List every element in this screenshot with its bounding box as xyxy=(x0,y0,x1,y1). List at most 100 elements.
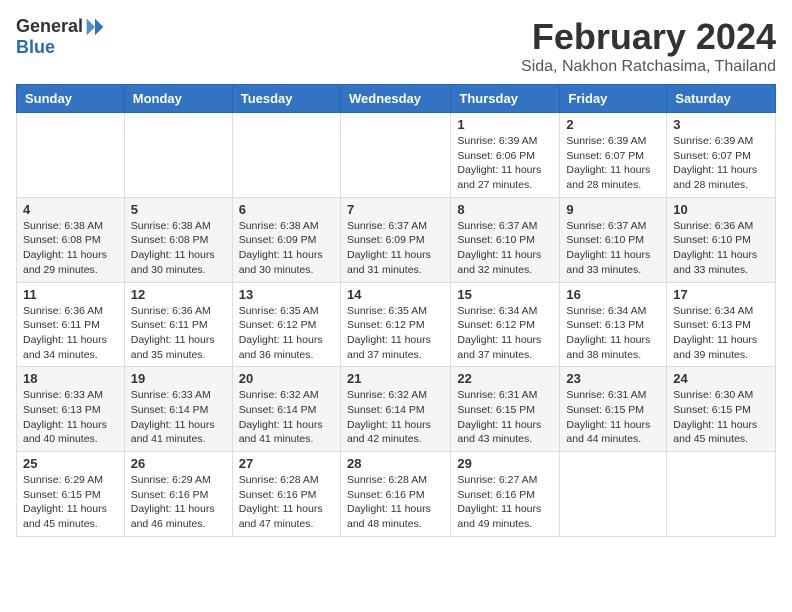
calendar-cell: 14 Sunrise: 6:35 AMSunset: 6:12 PMDayligh… xyxy=(340,282,450,367)
calendar-cell xyxy=(124,113,232,198)
calendar-cell: 19Sunrise: 6:33 AMSunset: 6:14 PMDayligh… xyxy=(124,367,232,452)
logo-blue-text: Blue xyxy=(16,37,55,58)
day-info: Sunrise: 6:39 AMSunset: 6:07 PMDaylight:… xyxy=(673,134,769,193)
calendar-cell: 25 Sunrise: 6:29 AMSunset: 6:15 PMDayligh… xyxy=(17,452,125,537)
day-info: Sunrise: 6:36 AMSunset: 6:11 PMDaylight:… xyxy=(131,304,226,363)
calendar-cell: 3 Sunrise: 6:39 AMSunset: 6:07 PMDaylight… xyxy=(667,113,776,198)
day-number: 28 xyxy=(347,456,444,471)
day-info: Sunrise: 6:32 AMSunset: 6:14 PMDaylight:… xyxy=(239,388,334,447)
day-number: 2 xyxy=(566,117,660,132)
calendar-cell: 5 Sunrise: 6:38 AMSunset: 6:08 PMDaylight… xyxy=(124,197,232,282)
day-info: Sunrise: 6:27 AMSunset: 6:16 PMDaylight:… xyxy=(457,473,553,532)
day-number: 5 xyxy=(131,202,226,217)
calendar-cell: 27 Sunrise: 6:28 AMSunset: 6:16 PMDayligh… xyxy=(232,452,340,537)
day-info: Sunrise: 6:28 AMSunset: 6:16 PMDaylight:… xyxy=(347,473,444,532)
day-info: Sunrise: 6:34 AMSunset: 6:13 PMDaylight:… xyxy=(673,304,769,363)
day-info: Sunrise: 6:30 AMSunset: 6:15 PMDaylight:… xyxy=(673,388,769,447)
weekday-header-monday: Monday xyxy=(124,85,232,113)
week-row-3: 18 Sunrise: 6:33 AMSunset: 6:13 PMDayligh… xyxy=(17,367,776,452)
calendar-cell: 8 Sunrise: 6:37 AMSunset: 6:10 PMDaylight… xyxy=(451,197,560,282)
calendar-cell: 6Sunrise: 6:38 AMSunset: 6:09 PMDaylight… xyxy=(232,197,340,282)
day-number: 27 xyxy=(239,456,334,471)
weekday-header-friday: Friday xyxy=(560,85,667,113)
day-number: 4 xyxy=(23,202,118,217)
calendar-cell: 15 Sunrise: 6:34 AMSunset: 6:12 PMDayligh… xyxy=(451,282,560,367)
day-info: Sunrise: 6:38 AMSunset: 6:08 PMDaylight:… xyxy=(23,219,118,278)
day-info: Sunrise: 6:35 AMSunset: 6:12 PMDaylight:… xyxy=(347,304,444,363)
logo: General Blue xyxy=(16,16,105,58)
day-number: 25 xyxy=(23,456,118,471)
day-info: Sunrise: 6:32 AMSunset: 6:14 PMDaylight:… xyxy=(347,388,444,447)
day-number: 16 xyxy=(566,287,660,302)
week-row-2: 11Sunrise: 6:36 AMSunset: 6:11 PMDayligh… xyxy=(17,282,776,367)
day-info: Sunrise: 6:31 AMSunset: 6:15 PMDaylight:… xyxy=(457,388,553,447)
title-area: February 2024 Sida, Nakhon Ratchasima, T… xyxy=(521,16,776,76)
calendar-cell: 7 Sunrise: 6:37 AMSunset: 6:09 PMDaylight… xyxy=(340,197,450,282)
calendar-cell: 10Sunrise: 6:36 AMSunset: 6:10 PMDayligh… xyxy=(667,197,776,282)
day-number: 3 xyxy=(673,117,769,132)
location-title: Sida, Nakhon Ratchasima, Thailand xyxy=(521,58,776,76)
calendar-cell xyxy=(340,113,450,198)
calendar-cell: 26Sunrise: 6:29 AMSunset: 6:16 PMDayligh… xyxy=(124,452,232,537)
day-info: Sunrise: 6:28 AMSunset: 6:16 PMDaylight:… xyxy=(239,473,334,532)
page-header: General Blue February 2024 Sida, Nakhon … xyxy=(16,16,776,76)
week-row-4: 25 Sunrise: 6:29 AMSunset: 6:15 PMDayligh… xyxy=(17,452,776,537)
day-info: Sunrise: 6:33 AMSunset: 6:14 PMDaylight:… xyxy=(131,388,226,447)
day-info: Sunrise: 6:34 AMSunset: 6:12 PMDaylight:… xyxy=(457,304,553,363)
day-number: 24 xyxy=(673,371,769,386)
day-number: 18 xyxy=(23,371,118,386)
day-number: 8 xyxy=(457,202,553,217)
day-number: 7 xyxy=(347,202,444,217)
weekday-header-sunday: Sunday xyxy=(17,85,125,113)
day-number: 13 xyxy=(239,287,334,302)
day-info: Sunrise: 6:39 AMSunset: 6:06 PMDaylight:… xyxy=(457,134,553,193)
calendar-cell: 22Sunrise: 6:31 AMSunset: 6:15 PMDayligh… xyxy=(451,367,560,452)
day-number: 9 xyxy=(566,202,660,217)
calendar-cell: 1Sunrise: 6:39 AMSunset: 6:06 PMDaylight… xyxy=(451,113,560,198)
calendar-cell: 18 Sunrise: 6:33 AMSunset: 6:13 PMDayligh… xyxy=(17,367,125,452)
day-info: Sunrise: 6:38 AMSunset: 6:08 PMDaylight:… xyxy=(131,219,226,278)
day-number: 29 xyxy=(457,456,553,471)
weekday-header-saturday: Saturday xyxy=(667,85,776,113)
month-title: February 2024 xyxy=(521,16,776,58)
day-number: 17 xyxy=(673,287,769,302)
calendar-cell: 20 Sunrise: 6:32 AMSunset: 6:14 PMDayligh… xyxy=(232,367,340,452)
weekday-header-thursday: Thursday xyxy=(451,85,560,113)
day-info: Sunrise: 6:33 AMSunset: 6:13 PMDaylight:… xyxy=(23,388,118,447)
day-info: Sunrise: 6:34 AMSunset: 6:13 PMDaylight:… xyxy=(566,304,660,363)
day-info: Sunrise: 6:37 AMSunset: 6:10 PMDaylight:… xyxy=(566,219,660,278)
calendar-cell: 11Sunrise: 6:36 AMSunset: 6:11 PMDayligh… xyxy=(17,282,125,367)
day-info: Sunrise: 6:39 AMSunset: 6:07 PMDaylight:… xyxy=(566,134,660,193)
day-info: Sunrise: 6:37 AMSunset: 6:10 PMDaylight:… xyxy=(457,219,553,278)
calendar-cell: 16 Sunrise: 6:34 AMSunset: 6:13 PMDayligh… xyxy=(560,282,667,367)
day-number: 23 xyxy=(566,371,660,386)
day-number: 10 xyxy=(673,202,769,217)
calendar-table: SundayMondayTuesdayWednesdayThursdayFrid… xyxy=(16,84,776,537)
logo-general-text: General xyxy=(16,16,83,37)
weekday-header-wednesday: Wednesday xyxy=(340,85,450,113)
week-row-0: 1Sunrise: 6:39 AMSunset: 6:06 PMDaylight… xyxy=(17,113,776,198)
day-number: 14 xyxy=(347,287,444,302)
day-number: 15 xyxy=(457,287,553,302)
calendar-cell xyxy=(560,452,667,537)
calendar-cell xyxy=(17,113,125,198)
day-number: 26 xyxy=(131,456,226,471)
calendar-cell: 2 Sunrise: 6:39 AMSunset: 6:07 PMDaylight… xyxy=(560,113,667,198)
day-info: Sunrise: 6:37 AMSunset: 6:09 PMDaylight:… xyxy=(347,219,444,278)
calendar-cell: 24 Sunrise: 6:30 AMSunset: 6:15 PMDayligh… xyxy=(667,367,776,452)
day-number: 12 xyxy=(131,287,226,302)
calendar-cell: 23 Sunrise: 6:31 AMSunset: 6:15 PMDayligh… xyxy=(560,367,667,452)
weekday-header-tuesday: Tuesday xyxy=(232,85,340,113)
day-number: 21 xyxy=(347,371,444,386)
calendar-cell: 4 Sunrise: 6:38 AMSunset: 6:08 PMDaylight… xyxy=(17,197,125,282)
calendar-cell xyxy=(667,452,776,537)
day-info: Sunrise: 6:38 AMSunset: 6:09 PMDaylight:… xyxy=(239,219,334,278)
calendar-cell: 12 Sunrise: 6:36 AMSunset: 6:11 PMDayligh… xyxy=(124,282,232,367)
day-info: Sunrise: 6:29 AMSunset: 6:15 PMDaylight:… xyxy=(23,473,118,532)
day-info: Sunrise: 6:36 AMSunset: 6:11 PMDaylight:… xyxy=(23,304,118,363)
calendar-cell xyxy=(232,113,340,198)
day-number: 20 xyxy=(239,371,334,386)
day-info: Sunrise: 6:31 AMSunset: 6:15 PMDaylight:… xyxy=(566,388,660,447)
calendar-cell: 17 Sunrise: 6:34 AMSunset: 6:13 PMDayligh… xyxy=(667,282,776,367)
logo-icon xyxy=(85,17,105,37)
